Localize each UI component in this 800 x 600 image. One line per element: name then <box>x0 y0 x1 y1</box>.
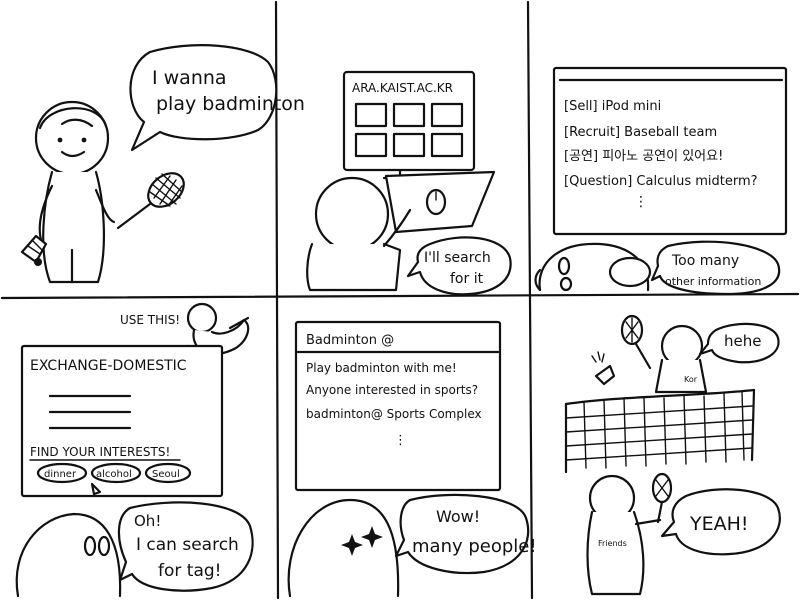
panel-2: ARA.KAIST.AC.KR I'll search for it <box>306 70 512 296</box>
badminton-net <box>564 388 756 474</box>
panel-4: USE THIS! EXCHANGE-DOMESTIC FIND YOUR IN… <box>15 302 254 598</box>
post-title: [공연] 피아노 공연이 있어요! <box>564 149 723 164</box>
panel5-speech-line2: many people! <box>412 536 537 557</box>
shuttlecock-icon <box>591 351 616 386</box>
panel-6: Kor hehe Friends YEAH! <box>564 314 781 596</box>
panel-1: I wanna play badminton <box>20 44 305 284</box>
panel2-speech-line2: for it <box>450 271 484 287</box>
player-kor <box>654 324 708 394</box>
post-title: [Recruit] Baseball team <box>564 125 717 140</box>
post-title: Play badminton with me! <box>306 361 457 375</box>
board-title: EXCHANGE-DOMESTIC <box>30 358 187 374</box>
more-dots: ⋮ <box>634 194 648 210</box>
person-sighing <box>534 242 652 292</box>
comic-strip: I wanna play badminton ARA.KAIST.AC.KR I… <box>0 0 800 600</box>
tag-label: Seoul <box>152 469 180 480</box>
post-title: badminton@ Sports Complex <box>306 407 482 421</box>
person-character <box>34 100 116 284</box>
panel4-speech-line3: for tag! <box>158 561 221 581</box>
panel3-speech-line1: Too many <box>671 253 739 269</box>
badminton-racket-icon <box>620 314 652 370</box>
use-this-label: USE THIS! <box>120 313 180 327</box>
shuttlecock-icon <box>20 234 48 266</box>
mouse-icon <box>425 188 447 216</box>
board-title: Badminton @ <box>306 333 394 348</box>
label-kor: Kor <box>684 375 698 384</box>
post-title: Anyone interested in sports? <box>306 383 478 397</box>
panel2-speech-line1: I'll search <box>424 250 491 266</box>
tag-label: alcohol <box>96 469 132 480</box>
person-excited <box>287 498 400 598</box>
panel5-speech-line1: Wow! <box>436 507 480 526</box>
label-friends: Friends <box>598 539 627 548</box>
player-friends <box>586 474 662 596</box>
panel6-speech-top: hehe <box>724 332 761 350</box>
panel3-speech-line2: other information <box>665 275 761 288</box>
person-surprised <box>15 512 122 598</box>
panel-3: [Sell] iPod mini [Recruit] Baseball team… <box>534 66 788 296</box>
site-url: ARA.KAIST.AC.KR <box>352 81 453 95</box>
badminton-racket-icon <box>116 172 185 230</box>
more-dots: ⋮ <box>394 433 407 448</box>
post-title: [Question] Calculus midterm? <box>564 174 758 189</box>
panel4-speech-line2: I can search <box>136 535 239 555</box>
panel1-speech-line2: play badminton <box>156 93 305 115</box>
panel4-speech-line1: Oh! <box>134 512 161 530</box>
panel1-speech-line1: I wanna <box>152 67 227 89</box>
badminton-racket-icon <box>651 472 673 524</box>
tag-label: dinner <box>44 469 77 480</box>
post-title: [Sell] iPod mini <box>564 99 661 114</box>
panel6-speech-bottom: YEAH! <box>689 513 749 535</box>
panel-5: Badminton @ Play badminton with me! Anyo… <box>287 320 537 598</box>
find-interests-label: FIND YOUR INTERESTS! <box>30 445 170 459</box>
